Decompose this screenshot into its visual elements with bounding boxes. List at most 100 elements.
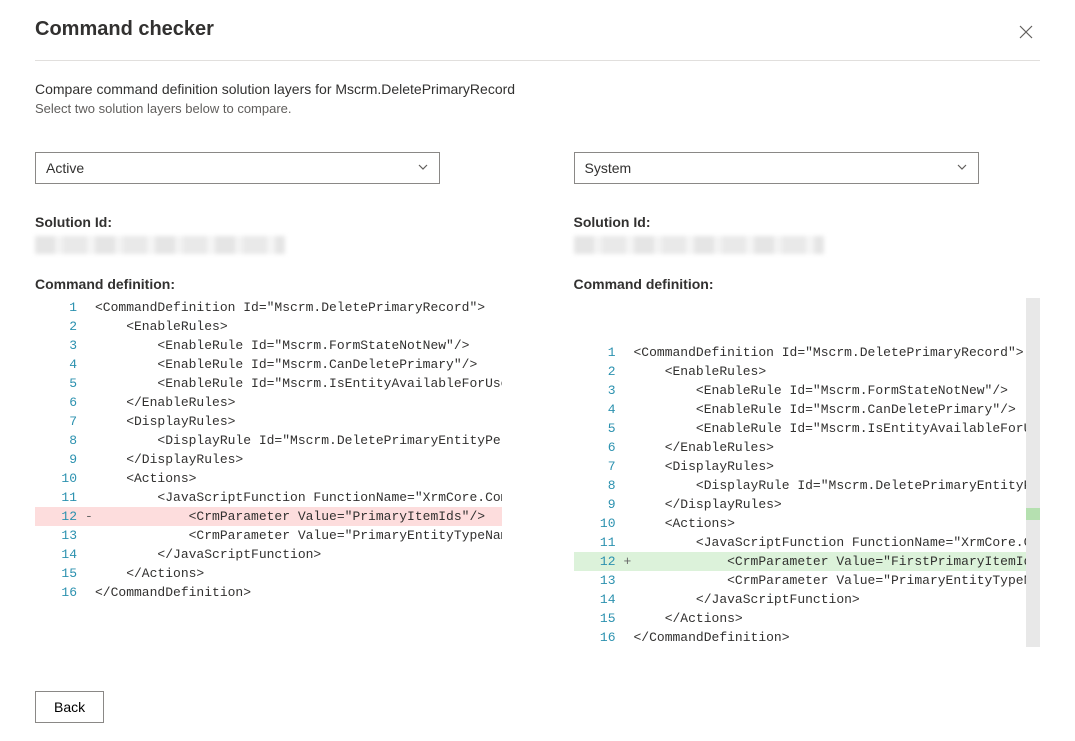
line-text: <JavaScriptFunction FunctionName="XrmCor…	[634, 533, 1027, 552]
code-line: 14 </JavaScriptFunction>	[574, 590, 1027, 609]
right-layer-dropdown[interactable]: System	[574, 152, 979, 184]
diff-marker	[85, 488, 95, 507]
diff-marker	[624, 571, 634, 590]
line-text: </Actions>	[95, 564, 502, 583]
back-button-label: Back	[54, 699, 85, 715]
code-line: 4 <EnableRule Id="Mscrm.CanDeletePrimary…	[574, 400, 1027, 419]
code-line: 12+ <CrmParameter Value="FirstPrimaryIte…	[574, 552, 1027, 571]
diff-overview-gutter	[1026, 298, 1040, 647]
line-text: <EnableRule Id="Mscrm.CanDeletePrimary"/…	[634, 400, 1027, 419]
diff-marker	[624, 533, 634, 552]
compare-columns: Active Solution Id: Command definition: …	[35, 152, 1040, 647]
line-number: 9	[574, 495, 624, 514]
diff-marker	[624, 628, 634, 647]
right-layer-value: System	[585, 160, 632, 176]
diff-marker	[624, 476, 634, 495]
line-text: <EnableRules>	[95, 317, 502, 336]
line-text: </Actions>	[634, 609, 1027, 628]
code-line: 15 </Actions>	[35, 564, 502, 583]
code-line: 7 <DisplayRules>	[574, 457, 1027, 476]
code-line: 16</CommandDefinition>	[35, 583, 502, 602]
line-text: <CrmParameter Value="FirstPrimaryItemId"…	[634, 552, 1027, 571]
line-text: </EnableRules>	[95, 393, 502, 412]
diff-marker	[624, 590, 634, 609]
diff-marker	[624, 362, 634, 381]
line-text: </JavaScriptFunction>	[95, 545, 502, 564]
line-number: 15	[574, 609, 624, 628]
diff-marker	[85, 469, 95, 488]
line-text: <CommandDefinition Id="Mscrm.DeletePrima…	[634, 343, 1027, 362]
line-number: 2	[574, 362, 624, 381]
back-button[interactable]: Back	[35, 691, 104, 723]
line-number: 3	[574, 381, 624, 400]
line-number: 10	[574, 514, 624, 533]
solution-id-label: Solution Id:	[574, 214, 1041, 230]
diff-marker	[624, 457, 634, 476]
line-number: 10	[35, 469, 85, 488]
diff-marker	[85, 336, 95, 355]
code-line: 5 <EnableRule Id="Mscrm.IsEntityAvailabl…	[574, 419, 1027, 438]
close-icon[interactable]	[1012, 18, 1040, 46]
diff-marker	[85, 298, 95, 317]
line-number: 12	[35, 507, 85, 526]
line-number: 4	[574, 400, 624, 419]
line-number: 7	[574, 457, 624, 476]
left-layer-value: Active	[46, 160, 84, 176]
line-text: </DisplayRules>	[95, 450, 502, 469]
line-number: 2	[35, 317, 85, 336]
line-text: <EnableRules>	[634, 362, 1027, 381]
line-number: 9	[35, 450, 85, 469]
code-line: 3 <EnableRule Id="Mscrm.FormStateNotNew"…	[35, 336, 502, 355]
line-number: 11	[574, 533, 624, 552]
line-text: </DisplayRules>	[634, 495, 1027, 514]
line-text: <CrmParameter Value="PrimaryEntityTypeNa…	[95, 526, 502, 545]
code-line: 1<CommandDefinition Id="Mscrm.DeletePrim…	[35, 298, 502, 317]
left-code-pane[interactable]: 1<CommandDefinition Id="Mscrm.DeletePrim…	[35, 298, 502, 602]
line-number: 14	[574, 590, 624, 609]
line-text: <DisplayRules>	[634, 457, 1027, 476]
code-line: 4 <EnableRule Id="Mscrm.CanDeletePrimary…	[35, 355, 502, 374]
diff-marker	[85, 526, 95, 545]
diff-marker	[85, 374, 95, 393]
code-line: 16</CommandDefinition>	[574, 628, 1027, 647]
solution-id-label: Solution Id:	[35, 214, 502, 230]
line-number: 15	[35, 564, 85, 583]
line-text: <CommandDefinition Id="Mscrm.DeletePrima…	[95, 298, 502, 317]
code-line: 10 <Actions>	[574, 514, 1027, 533]
code-line: 7 <DisplayRules>	[35, 412, 502, 431]
code-line: 1<CommandDefinition Id="Mscrm.DeletePrim…	[574, 343, 1027, 362]
line-number: 4	[35, 355, 85, 374]
right-code-pane[interactable]: 1<CommandDefinition Id="Mscrm.DeletePrim…	[574, 298, 1041, 647]
line-text: <JavaScriptFunction FunctionName="XrmCor…	[95, 488, 502, 507]
description: Select two solution layers below to comp…	[35, 101, 1040, 116]
line-text: <Actions>	[95, 469, 502, 488]
code-line: 13 <CrmParameter Value="PrimaryEntityTyp…	[574, 571, 1027, 590]
code-line: 9 </DisplayRules>	[35, 450, 502, 469]
code-line: 8 <DisplayRule Id="Mscrm.DeletePrimaryEn…	[574, 476, 1027, 495]
left-column: Active Solution Id: Command definition: …	[35, 152, 502, 647]
line-text: <DisplayRule Id="Mscrm.DeletePrimaryEnti…	[634, 476, 1027, 495]
diff-marker	[85, 317, 95, 336]
left-layer-dropdown[interactable]: Active	[35, 152, 440, 184]
diff-marker	[85, 355, 95, 374]
line-number: 8	[35, 431, 85, 450]
diff-marker	[85, 393, 95, 412]
line-text: <EnableRule Id="Mscrm.FormStateNotNew"/>	[634, 381, 1027, 400]
diff-marker	[624, 400, 634, 419]
diff-marker	[624, 495, 634, 514]
code-line: 8 <DisplayRule Id="Mscrm.DeletePrimaryEn…	[35, 431, 502, 450]
line-number: 6	[574, 438, 624, 457]
diff-marker: -	[85, 507, 95, 526]
line-text: <EnableRule Id="Mscrm.CanDeletePrimary"/…	[95, 355, 502, 374]
line-number: 7	[35, 412, 85, 431]
code-line: 6 </EnableRules>	[35, 393, 502, 412]
diff-marker	[624, 514, 634, 533]
dialog-header: Command checker	[35, 18, 1040, 61]
chevron-down-icon	[417, 161, 429, 176]
code-line: 9 </DisplayRules>	[574, 495, 1027, 514]
code-line: 3 <EnableRule Id="Mscrm.FormStateNotNew"…	[574, 381, 1027, 400]
line-number: 13	[35, 526, 85, 545]
right-solution-id-value	[574, 236, 824, 254]
line-number: 3	[35, 336, 85, 355]
line-text: </CommandDefinition>	[95, 583, 502, 602]
